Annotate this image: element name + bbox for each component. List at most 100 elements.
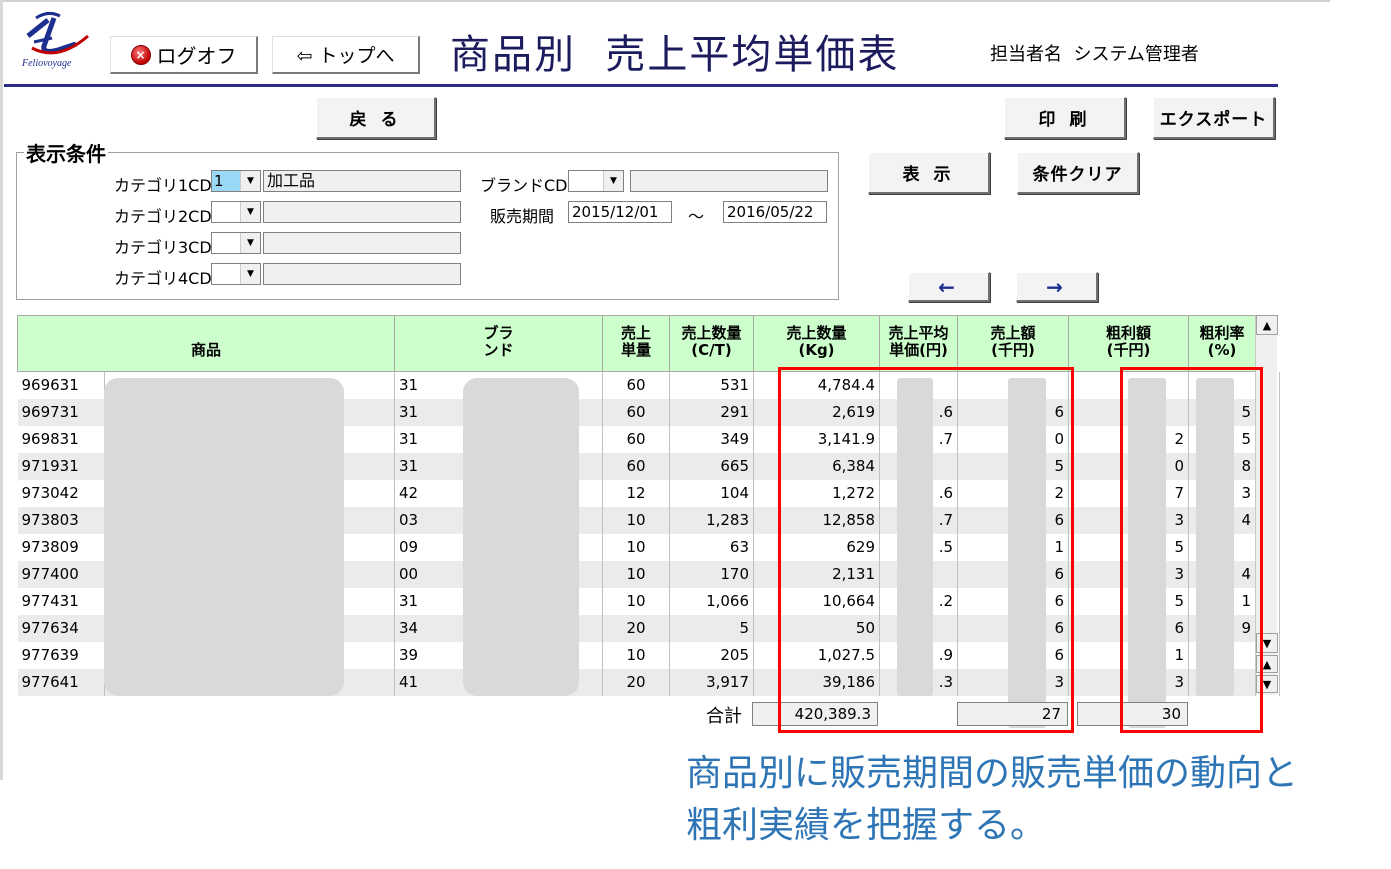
logoff-label: ログオフ xyxy=(156,44,237,68)
scroll-up-icon[interactable]: ▲ xyxy=(1256,315,1278,335)
header-divider xyxy=(4,84,1278,87)
period-label: 販売期間 xyxy=(490,207,555,226)
category1-label: カテゴリ1CD xyxy=(114,176,212,195)
category2-select[interactable]: ▼ xyxy=(211,201,261,223)
header-gross-margin[interactable]: 粗利率 (%) xyxy=(1188,315,1257,372)
cell-code: 969831 xyxy=(17,425,105,453)
category1-name-field: 加工品 xyxy=(263,170,461,192)
back-button[interactable]: 戻 る xyxy=(316,97,436,139)
clear-conditions-button[interactable]: 条件クリア xyxy=(1017,152,1139,194)
header-sales-amount[interactable]: 売上額 (千円) xyxy=(957,315,1070,372)
cell-code: 973803 xyxy=(17,506,105,534)
window-left-border xyxy=(0,0,3,780)
category1-value: 1 xyxy=(212,171,240,191)
cell-unit: 12 xyxy=(602,479,671,507)
cell-unit: 10 xyxy=(602,560,671,588)
cell-ct: 1,066 xyxy=(669,587,755,615)
user-name-label: 担当者名 システム管理者 xyxy=(990,44,1199,65)
cell-code: 977639 xyxy=(17,641,105,669)
company-logo: Feliovoyage xyxy=(18,6,98,76)
top-page-label: ⇦ トップへ xyxy=(296,45,395,67)
chevron-down-icon[interactable]: ▼ xyxy=(603,171,623,191)
cell-unit: 20 xyxy=(602,614,671,642)
period-separator: ～ xyxy=(688,207,705,226)
cell-ct: 104 xyxy=(669,479,755,507)
cell-code: 969631 xyxy=(17,371,105,399)
category2-label: カテゴリ2CD xyxy=(114,207,212,226)
close-circle-icon: × xyxy=(130,44,151,65)
prev-page-button[interactable]: ← xyxy=(908,272,990,302)
next-page-button[interactable]: → xyxy=(1016,272,1098,302)
cell-unit: 20 xyxy=(602,668,671,696)
brand-select[interactable]: ▼ xyxy=(568,170,624,192)
cell-code: 977431 xyxy=(17,587,105,615)
category1-select[interactable]: 1 ▼ xyxy=(211,170,261,192)
period-from-input[interactable]: 2015/12/01 xyxy=(568,201,672,223)
logoff-button[interactable]: × ログオフ xyxy=(110,36,258,74)
header-product[interactable]: 商品 xyxy=(16,315,396,372)
chevron-down-icon[interactable]: ▼ xyxy=(240,171,260,191)
print-button[interactable]: 印 刷 xyxy=(1004,97,1126,139)
window-top-border xyxy=(0,0,1330,2)
category4-value xyxy=(212,264,240,284)
highlight-box-profit xyxy=(1120,367,1263,733)
filter-legend: 表示条件 xyxy=(24,138,108,167)
top-page-button[interactable]: ⇦ トップへ xyxy=(272,36,420,74)
header-avg-price[interactable]: 売上平均 単価(円) xyxy=(879,315,959,372)
cell-unit: 60 xyxy=(602,425,671,453)
cell-code: 977634 xyxy=(17,614,105,642)
cell-unit: 60 xyxy=(602,371,671,399)
redacted-brand-names xyxy=(463,378,579,696)
category3-value xyxy=(212,233,240,253)
chevron-down-icon[interactable]: ▼ xyxy=(240,233,260,253)
header-unit[interactable]: 売上 単量 xyxy=(602,315,671,372)
category2-name-field xyxy=(263,201,461,223)
cell-ct: 5 xyxy=(669,614,755,642)
cell-ct: 531 xyxy=(669,371,755,399)
cell-ct: 349 xyxy=(669,425,755,453)
brand-name-field xyxy=(630,170,828,192)
cell-unit: 60 xyxy=(602,398,671,426)
category3-name-field xyxy=(263,232,461,254)
chevron-down-icon[interactable]: ▼ xyxy=(240,264,260,284)
annotation-line2: 粗利実績を把握する。 xyxy=(686,805,1047,846)
cell-ct: 170 xyxy=(669,560,755,588)
header-qty-kg[interactable]: 売上数量 (Kg) xyxy=(753,315,881,372)
cell-code: 969731 xyxy=(17,398,105,426)
cell-code: 973809 xyxy=(17,533,105,561)
category2-value xyxy=(212,202,240,222)
cell-ct: 665 xyxy=(669,452,755,480)
chevron-down-icon[interactable]: ▼ xyxy=(240,202,260,222)
cell-unit: 10 xyxy=(602,506,671,534)
redacted-product-names xyxy=(104,378,344,696)
header-brand[interactable]: ブラ ンド xyxy=(394,315,604,372)
header-qty-ct[interactable]: 売上数量 (C/T) xyxy=(669,315,755,372)
cell-unit: 60 xyxy=(602,452,671,480)
header-gross-profit[interactable]: 粗利額 (千円) xyxy=(1068,315,1190,372)
brand-value xyxy=(569,171,603,191)
cell-ct: 205 xyxy=(669,641,755,669)
table-header-row: 商品 ブラ ンド 売上 単量 売上数量 (C/T) 売上数量 (Kg) 売上平均… xyxy=(16,315,1280,372)
cell-ct: 3,917 xyxy=(669,668,755,696)
cell-ct: 63 xyxy=(669,533,755,561)
annotation-text: 商品別に販売期間の販売単価の動向と 粗利実績を把握する。 xyxy=(686,748,1386,852)
cell-unit: 10 xyxy=(602,533,671,561)
category3-label: カテゴリ3CD xyxy=(114,238,212,257)
cell-unit: 10 xyxy=(602,587,671,615)
cell-code: 973042 xyxy=(17,479,105,507)
category3-select[interactable]: ▼ xyxy=(211,232,261,254)
category4-select[interactable]: ▼ xyxy=(211,263,261,285)
cell-ct: 291 xyxy=(669,398,755,426)
logo-text: Feliovoyage xyxy=(22,58,72,69)
display-button[interactable]: 表 示 xyxy=(868,152,990,194)
total-label: 合計 xyxy=(706,706,742,727)
brand-label: ブランドCD xyxy=(480,176,568,195)
annotation-line1: 商品別に販売期間の販売単価の動向と xyxy=(686,753,1299,794)
category4-name-field xyxy=(263,263,461,285)
export-button[interactable]: エクスポート xyxy=(1153,97,1275,139)
cell-code: 977400 xyxy=(17,560,105,588)
page-title: 商品別 売上平均単価表 xyxy=(450,32,900,78)
category4-label: カテゴリ4CD xyxy=(114,269,212,288)
period-to-input[interactable]: 2016/05/22 xyxy=(723,201,827,223)
cell-code: 977641 xyxy=(17,668,105,696)
